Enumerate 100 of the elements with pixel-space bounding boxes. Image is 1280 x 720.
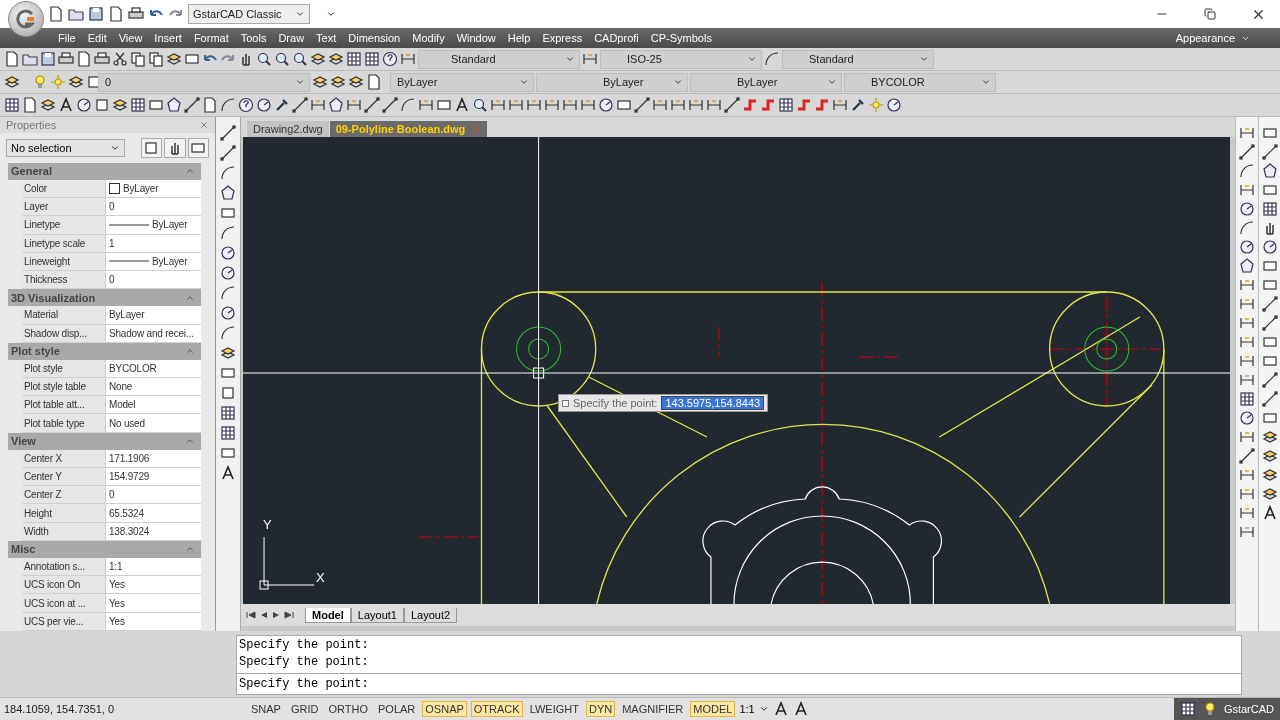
section-header[interactable]: Misc [8, 541, 201, 558]
rectangle-icon[interactable] [1261, 182, 1278, 198]
lineweight-dropdown[interactable]: ByLayer [690, 72, 842, 92]
arc-icon[interactable] [400, 97, 416, 113]
line-icon[interactable] [364, 97, 380, 113]
document-icon[interactable] [48, 6, 64, 22]
rectangle-icon[interactable] [1261, 353, 1278, 369]
layers-icon[interactable] [4, 74, 20, 90]
circle-icon[interactable] [1238, 239, 1255, 255]
property-value[interactable]: Model [109, 399, 136, 411]
status-toggle[interactable]: MODEL [690, 701, 736, 717]
document-icon[interactable] [76, 51, 92, 67]
layer-dropdown[interactable]: 0 [98, 72, 310, 92]
zoom-icon[interactable] [472, 97, 488, 113]
menu-item[interactable]: View [112, 32, 149, 44]
dimension-icon[interactable] [544, 97, 560, 113]
circle-icon[interactable] [1238, 201, 1255, 217]
polygon-icon[interactable] [166, 97, 182, 113]
line-icon[interactable] [382, 97, 398, 113]
caret-icon[interactable] [519, 77, 529, 87]
letter-icon[interactable] [792, 701, 809, 717]
line-icon[interactable] [1261, 296, 1278, 312]
layers-icon[interactable] [1261, 486, 1278, 502]
dimension-icon[interactable] [562, 97, 578, 113]
folder-icon[interactable] [22, 51, 38, 67]
caret-icon[interactable] [565, 54, 575, 64]
status-toggle[interactable]: DYN [585, 701, 616, 717]
layers-icon[interactable] [40, 97, 56, 113]
menu-item[interactable]: Express [536, 32, 589, 44]
grid-icon[interactable] [130, 97, 146, 113]
rectangle-icon[interactable] [1261, 277, 1278, 293]
dimension-icon[interactable] [1238, 182, 1255, 198]
line-icon[interactable] [1238, 144, 1255, 160]
menu-item[interactable]: CP-Symbols [644, 32, 718, 44]
line-icon[interactable] [1261, 144, 1278, 160]
layers-icon[interactable] [348, 74, 364, 90]
caret-icon[interactable] [981, 77, 991, 87]
printer-icon[interactable] [128, 6, 144, 22]
line-icon[interactable] [724, 97, 740, 113]
customize-icon[interactable] [326, 9, 336, 19]
document-tab[interactable]: Drawing2.dwg [247, 121, 329, 137]
caret-icon[interactable] [673, 77, 683, 87]
line-icon[interactable] [1261, 391, 1278, 407]
caret-icon[interactable] [758, 704, 769, 714]
status-toggle[interactable]: LWEIGHT [526, 701, 582, 717]
copy-icon[interactable] [148, 51, 164, 67]
status-toggle[interactable]: SNAP [248, 701, 284, 717]
wrench-icon[interactable] [850, 97, 866, 113]
selection-dropdown[interactable]: No selection [6, 138, 125, 157]
status-toggle[interactable]: POLAR [375, 701, 419, 717]
app-logo[interactable] [8, 1, 44, 37]
help-icon[interactable] [238, 97, 254, 113]
square-icon[interactable] [94, 97, 110, 113]
document-icon[interactable] [366, 74, 382, 90]
table-style-dropdown[interactable]: Standard [782, 49, 934, 69]
letter-icon[interactable] [58, 97, 74, 113]
menu-item[interactable]: Modify [406, 32, 451, 44]
circle-icon[interactable] [76, 97, 92, 113]
grid-icon[interactable] [1179, 701, 1196, 717]
document-tab[interactable]: 09-Polyline Boolean.dwg [329, 121, 488, 137]
printer-icon[interactable] [58, 51, 74, 67]
dimension-icon[interactable] [1238, 334, 1255, 350]
dimension-icon[interactable] [1238, 372, 1255, 388]
dimension-icon[interactable] [1238, 315, 1255, 331]
color-dropdown[interactable]: ByLayer [390, 72, 534, 92]
wrench-icon[interactable] [274, 97, 290, 113]
line-icon[interactable] [292, 97, 308, 113]
layers-icon[interactable] [328, 51, 344, 67]
layers-icon[interactable] [312, 74, 328, 90]
dimension-icon[interactable] [508, 97, 524, 113]
caret-icon[interactable] [295, 77, 305, 87]
menu-item[interactable]: Text [310, 32, 343, 44]
layout-tab[interactable]: Model [305, 607, 351, 623]
layout-tab[interactable]: Layout1 [350, 607, 404, 623]
circle-icon[interactable] [1238, 410, 1255, 426]
property-value[interactable]: 0 [109, 489, 115, 501]
layers-icon[interactable] [166, 51, 182, 67]
rectangle-icon[interactable] [436, 97, 452, 113]
annotation-scale[interactable]: 1:1 [739, 703, 755, 715]
line-icon[interactable] [220, 125, 236, 141]
property-value[interactable]: Yes [109, 597, 125, 609]
square-icon[interactable] [220, 385, 236, 401]
printer-icon[interactable] [94, 51, 110, 67]
layers-icon[interactable] [1261, 429, 1278, 445]
polygon-icon[interactable] [1261, 163, 1278, 179]
status-toggle[interactable]: ORTHO [325, 701, 371, 717]
help-icon[interactable] [382, 51, 398, 67]
first-tab-icon[interactable] [245, 610, 257, 620]
document-icon[interactable] [4, 51, 20, 67]
zoom-icon[interactable] [256, 51, 272, 67]
layout-tab[interactable]: Layout2 [403, 607, 458, 623]
menu-item[interactable]: File [52, 32, 82, 44]
pipe-icon[interactable] [814, 97, 830, 113]
line-icon[interactable] [634, 97, 650, 113]
grid-icon[interactable] [220, 405, 236, 421]
caret-icon[interactable] [919, 54, 929, 64]
caret-icon[interactable] [295, 9, 305, 19]
line-icon[interactable] [220, 145, 236, 161]
layers-icon[interactable] [310, 51, 326, 67]
dimension-icon[interactable] [1238, 429, 1255, 445]
